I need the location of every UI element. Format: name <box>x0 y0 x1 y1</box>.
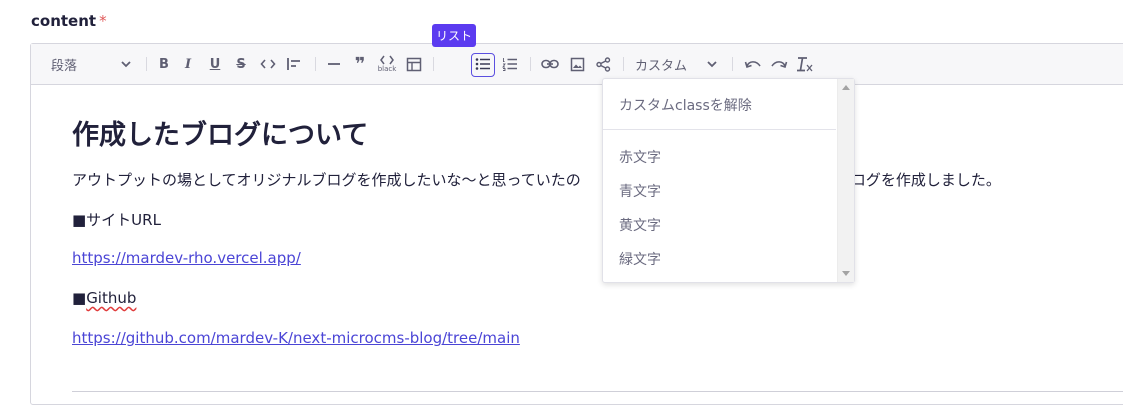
intro-paragraph: アウトプットの場としてオリジナルブログを作成したいな〜と思っていたの でブログを作… <box>72 169 1001 190</box>
toolbar-divider <box>146 57 147 71</box>
image-button[interactable] <box>567 53 587 75</box>
bullet-list-tooltip: リスト <box>432 24 476 47</box>
align-button[interactable] <box>284 53 304 75</box>
code-icon <box>260 57 276 71</box>
code-block-button[interactable]: black <box>376 53 398 75</box>
chevron-down-icon <box>705 57 719 71</box>
share-icon <box>595 56 611 72</box>
share-button[interactable] <box>593 53 613 75</box>
italic-button[interactable]: I <box>179 53 197 75</box>
italic-icon: I <box>184 56 192 72</box>
underline-button[interactable]: U <box>206 53 224 75</box>
bullet-list-button[interactable] <box>473 53 493 75</box>
dropdown-divider <box>603 129 836 130</box>
undo-button[interactable] <box>743 53 763 75</box>
github-url-link[interactable]: https://github.com/mardev-K/next-microcm… <box>72 329 520 347</box>
scroll-up-arrow-icon[interactable] <box>842 85 850 90</box>
quote-icon: ❞ <box>354 53 366 75</box>
code-button[interactable] <box>258 53 278 75</box>
dropdown-option-red[interactable]: 赤文字 <box>619 147 661 167</box>
custom-class-select[interactable]: カスタム <box>635 53 719 75</box>
bold-button[interactable]: B <box>155 53 173 75</box>
dropdown-option-blue[interactable]: 青文字 <box>619 181 661 201</box>
toolbar-divider <box>315 57 316 71</box>
clear-format-button[interactable] <box>795 53 815 75</box>
blockquote-button[interactable]: ❞ <box>351 53 369 75</box>
field-label-text: content <box>31 12 97 30</box>
redo-button[interactable] <box>769 53 789 75</box>
field-label: content * <box>31 12 107 30</box>
align-left-icon <box>286 56 302 72</box>
github-label: ■Github <box>72 289 136 307</box>
horizontal-rule-icon <box>327 62 341 66</box>
link-icon <box>541 58 559 70</box>
table-icon <box>406 57 422 72</box>
github-prefix: ■ <box>72 289 87 307</box>
intro-text: アウトプットの場としてオリジナルブログを作成したいな〜と思っていたの <box>72 171 581 189</box>
editor-toolbar: 段落 B I U S ❞ black カスタム <box>31 44 1123 85</box>
required-mark: * <box>99 12 107 30</box>
toolbar-divider <box>530 57 531 71</box>
content-heading: 作成したブログについて <box>72 120 369 151</box>
toolbar-divider <box>623 57 624 71</box>
underline-icon: U <box>209 56 221 72</box>
site-url-link[interactable]: https://mardev-rho.vercel.app/ <box>72 249 301 267</box>
code-block-sub-label: black <box>377 65 397 73</box>
bullet-list-icon <box>475 57 491 71</box>
dropdown-option-yellow[interactable]: 黄文字 <box>619 215 661 235</box>
chevron-down-icon <box>119 57 133 71</box>
custom-class-select-label: カスタム <box>635 58 688 74</box>
code-block-icon <box>380 55 394 65</box>
dropdown-scrollbar[interactable] <box>837 79 854 282</box>
strikethrough-button[interactable]: S <box>232 53 250 75</box>
table-button[interactable] <box>404 53 424 75</box>
custom-class-dropdown: カスタムclassを解除 赤文字 青文字 黄文字 緑文字 <box>602 78 855 283</box>
horizontal-rule-button[interactable] <box>325 53 343 75</box>
image-icon <box>570 57 585 72</box>
ordered-list-button[interactable] <box>500 53 520 75</box>
rich-text-editor: 段落 B I U S ❞ black カスタム 作成したブログについて アウトプ… <box>30 43 1123 405</box>
link-button[interactable] <box>540 53 560 75</box>
dropdown-clear-option[interactable]: カスタムclassを解除 <box>619 95 752 115</box>
paragraph-select-label: 段落 <box>51 58 78 74</box>
dropdown-option-green[interactable]: 緑文字 <box>619 249 661 269</box>
horizontal-rule <box>72 391 1123 392</box>
redo-icon <box>770 58 788 70</box>
scroll-down-arrow-icon[interactable] <box>842 271 850 276</box>
undo-icon <box>744 58 762 70</box>
clear-format-icon <box>796 56 814 72</box>
paragraph-select[interactable]: 段落 <box>51 53 133 75</box>
ordered-list-icon <box>502 57 518 71</box>
spellcheck-word: Github <box>86 289 137 307</box>
bold-icon: B <box>159 56 169 72</box>
strikethrough-icon: S <box>236 56 246 72</box>
toolbar-divider <box>433 57 434 71</box>
toolbar-divider <box>732 57 733 71</box>
site-url-label: ■サイトURL <box>72 211 161 229</box>
editor-content[interactable]: 作成したブログについて アウトプットの場としてオリジナルブログを作成したいな〜と… <box>31 85 1123 404</box>
